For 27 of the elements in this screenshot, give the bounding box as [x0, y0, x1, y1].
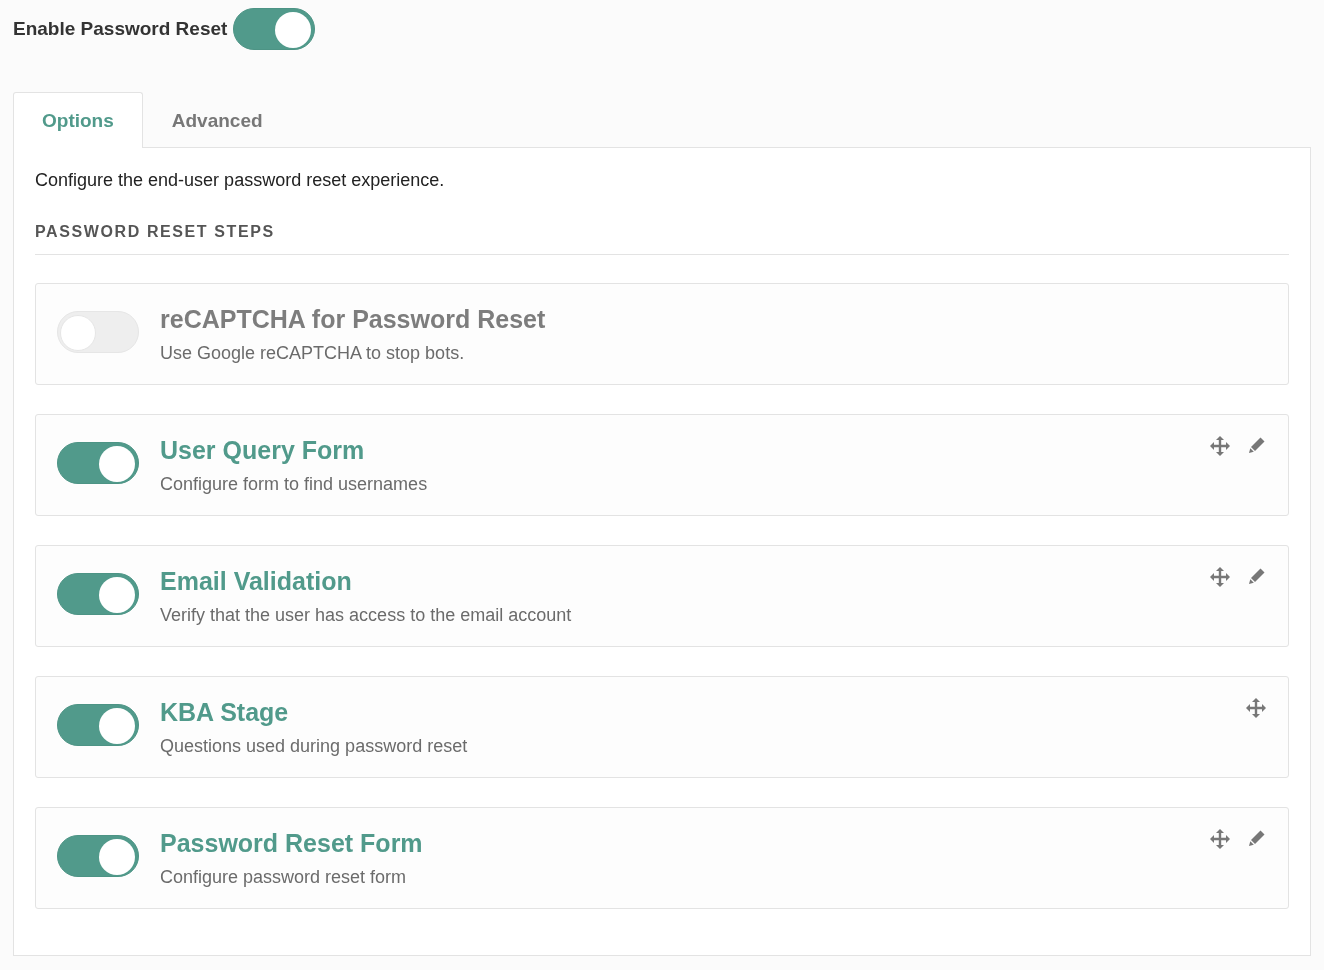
- step-title: reCAPTCHA for Password Reset: [160, 305, 547, 334]
- pencil-icon[interactable]: [1248, 436, 1266, 454]
- tab[interactable]: Options: [13, 92, 143, 148]
- step-description: Questions used during password reset: [160, 736, 469, 757]
- step-title: Password Reset Form: [160, 829, 424, 858]
- enable-label: Enable Password Reset: [13, 18, 228, 40]
- move-icon[interactable]: [1210, 829, 1230, 849]
- step-description: Verify that the user has access to the email account: [160, 605, 573, 626]
- step-title: User Query Form: [160, 436, 366, 465]
- pencil-icon[interactable]: [1248, 829, 1266, 847]
- step-title: KBA Stage: [160, 698, 290, 727]
- toggle-switch[interactable]: [57, 442, 139, 484]
- tab[interactable]: Advanced: [142, 92, 292, 148]
- toggle-switch[interactable]: [57, 835, 139, 877]
- move-icon[interactable]: [1246, 698, 1266, 718]
- step-description: Configure password reset form: [160, 867, 408, 888]
- move-icon[interactable]: [1210, 436, 1230, 456]
- step-description: Configure form to find usernames: [160, 474, 429, 495]
- toggle-switch[interactable]: [57, 704, 139, 746]
- intro-text: Configure the end-user password reset experience.: [35, 170, 446, 191]
- section-heading: PASSWORD RESET STEPS: [35, 223, 1289, 255]
- toggle-switch[interactable]: [233, 8, 316, 50]
- pencil-icon[interactable]: [1248, 567, 1266, 585]
- toggle-switch[interactable]: [57, 573, 139, 615]
- move-icon[interactable]: [1210, 567, 1230, 587]
- step-title: Email Validation: [160, 567, 353, 596]
- step-description: Use Google reCAPTCHA to stop bots.: [160, 343, 466, 364]
